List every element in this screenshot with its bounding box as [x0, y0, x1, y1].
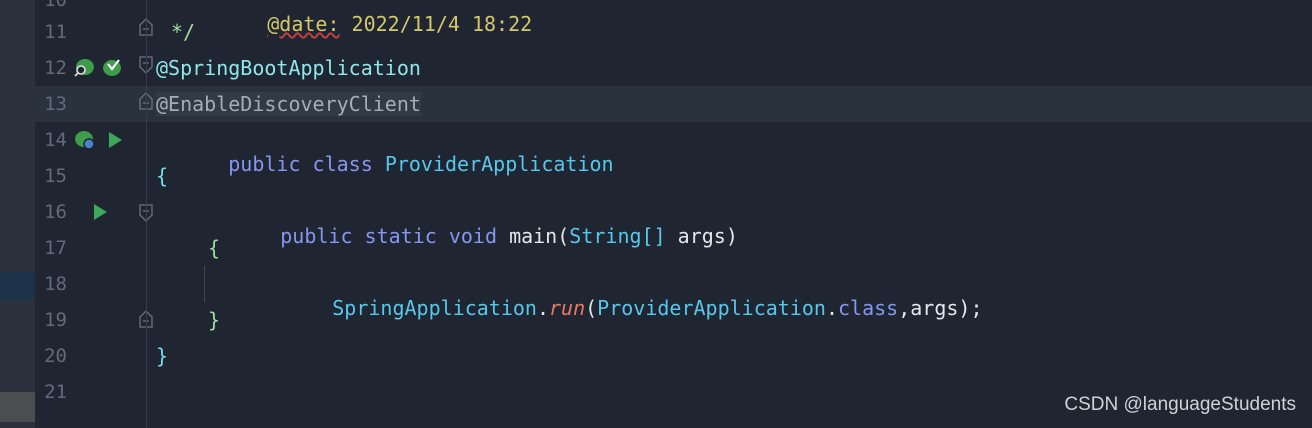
comment-end: */: [171, 20, 196, 44]
code-line[interactable]: 17 {: [35, 230, 1312, 266]
spring-bean-icon[interactable]: [73, 129, 95, 151]
code-line[interactable]: 11 */: [35, 14, 1312, 50]
tool-window-strip: [0, 0, 35, 428]
annotation-springbootapplication: @SpringBootApplication: [156, 56, 421, 80]
strip-highlight: [0, 272, 35, 300]
line-number: 21: [44, 381, 67, 403]
code-line-current[interactable]: 13 @EnableDiscoveryClient: [35, 86, 1312, 122]
code-editor[interactable]: 10 @date: 2022/11/4 18:22 11 */ 12 @Spri…: [35, 0, 1312, 428]
code-line[interactable]: 20 }: [35, 338, 1312, 374]
line-number: 12: [44, 57, 67, 79]
annotation-enablediscoveryclient: @EnableDiscoveryClient: [156, 92, 421, 116]
close-brace: }: [156, 344, 169, 368]
code-line[interactable]: 12 @SpringBootApplication: [35, 50, 1312, 86]
line-number: 19: [44, 309, 67, 331]
code-line[interactable]: 19 }: [35, 302, 1312, 338]
code-line[interactable]: 16 public static void main(String[] args…: [35, 194, 1312, 248]
code-line[interactable]: 18 SpringApplication.run(ProviderApplica…: [35, 266, 1312, 320]
close-brace: }: [208, 308, 221, 332]
run-icon[interactable]: [90, 201, 112, 223]
line-number: 10: [44, 0, 67, 11]
open-brace: {: [156, 164, 169, 188]
line-number: 20: [44, 345, 67, 367]
indent-guide: [204, 266, 205, 302]
bean-check-icon[interactable]: [101, 57, 123, 79]
line-number: 14: [44, 129, 67, 151]
run-icon[interactable]: [105, 129, 127, 151]
line-number: 13: [44, 93, 67, 115]
watermark: CSDN @languageStudents: [1064, 394, 1296, 415]
strip-marker: [0, 392, 35, 422]
bean-search-icon[interactable]: [73, 57, 95, 79]
line-number: 17: [44, 237, 67, 259]
code-line[interactable]: 15 {: [35, 158, 1312, 194]
line-number: 11: [44, 21, 67, 43]
gutter-divider: [146, 0, 147, 428]
open-brace: {: [208, 236, 221, 260]
line-number: 16: [44, 201, 67, 223]
code-line[interactable]: 14 public class ProviderApplication: [35, 122, 1312, 176]
line-number: 15: [44, 165, 67, 187]
line-number: 18: [44, 273, 67, 295]
